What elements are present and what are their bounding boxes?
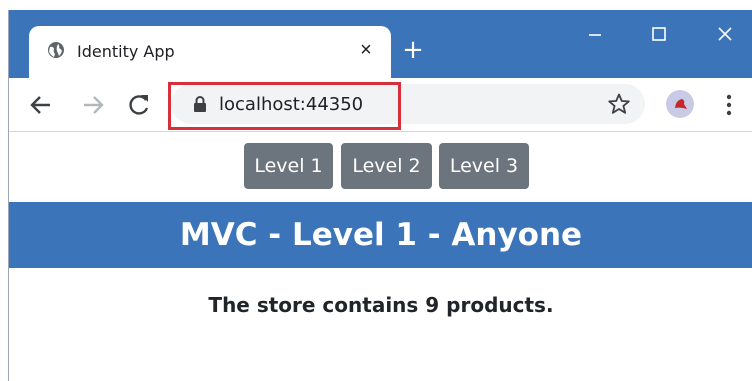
kebab-menu-icon[interactable]: [719, 92, 739, 118]
level-2-button[interactable]: Level 2: [341, 143, 432, 189]
close-icon[interactable]: [705, 22, 745, 46]
page-banner-title: MVC - Level 1 - Anyone: [9, 202, 752, 268]
page-content: Level 1 Level 2 Level 3 MVC - Level 1 - …: [9, 133, 752, 381]
globe-icon: [48, 42, 64, 58]
profile-avatar-icon[interactable]: [666, 90, 694, 118]
new-tab-button[interactable]: +: [401, 37, 425, 63]
profile-avatar-glyph: [675, 99, 687, 109]
level-3-button[interactable]: Level 3: [439, 143, 529, 189]
minimize-icon[interactable]: [575, 22, 615, 46]
store-message: The store contains 9 products.: [208, 293, 554, 317]
browser-tab[interactable]: Identity App ×: [29, 26, 391, 78]
maximize-icon[interactable]: [639, 22, 679, 46]
tab-title: Identity App: [77, 42, 175, 61]
reload-icon[interactable]: [125, 91, 153, 119]
forward-arrow-icon[interactable]: [79, 91, 107, 119]
level-1-button[interactable]: Level 1: [244, 143, 333, 189]
title-bar: Identity App × +: [9, 10, 752, 78]
level-nav: Level 1 Level 2 Level 3: [9, 143, 752, 189]
browser-window: Identity App × + localhost:44350 Level 1…: [8, 10, 752, 381]
url-highlight-box: [168, 82, 401, 130]
star-icon[interactable]: [607, 92, 631, 116]
browser-toolbar: localhost:44350: [9, 78, 752, 132]
tab-close-button[interactable]: ×: [355, 39, 377, 61]
back-arrow-icon[interactable]: [27, 91, 55, 119]
